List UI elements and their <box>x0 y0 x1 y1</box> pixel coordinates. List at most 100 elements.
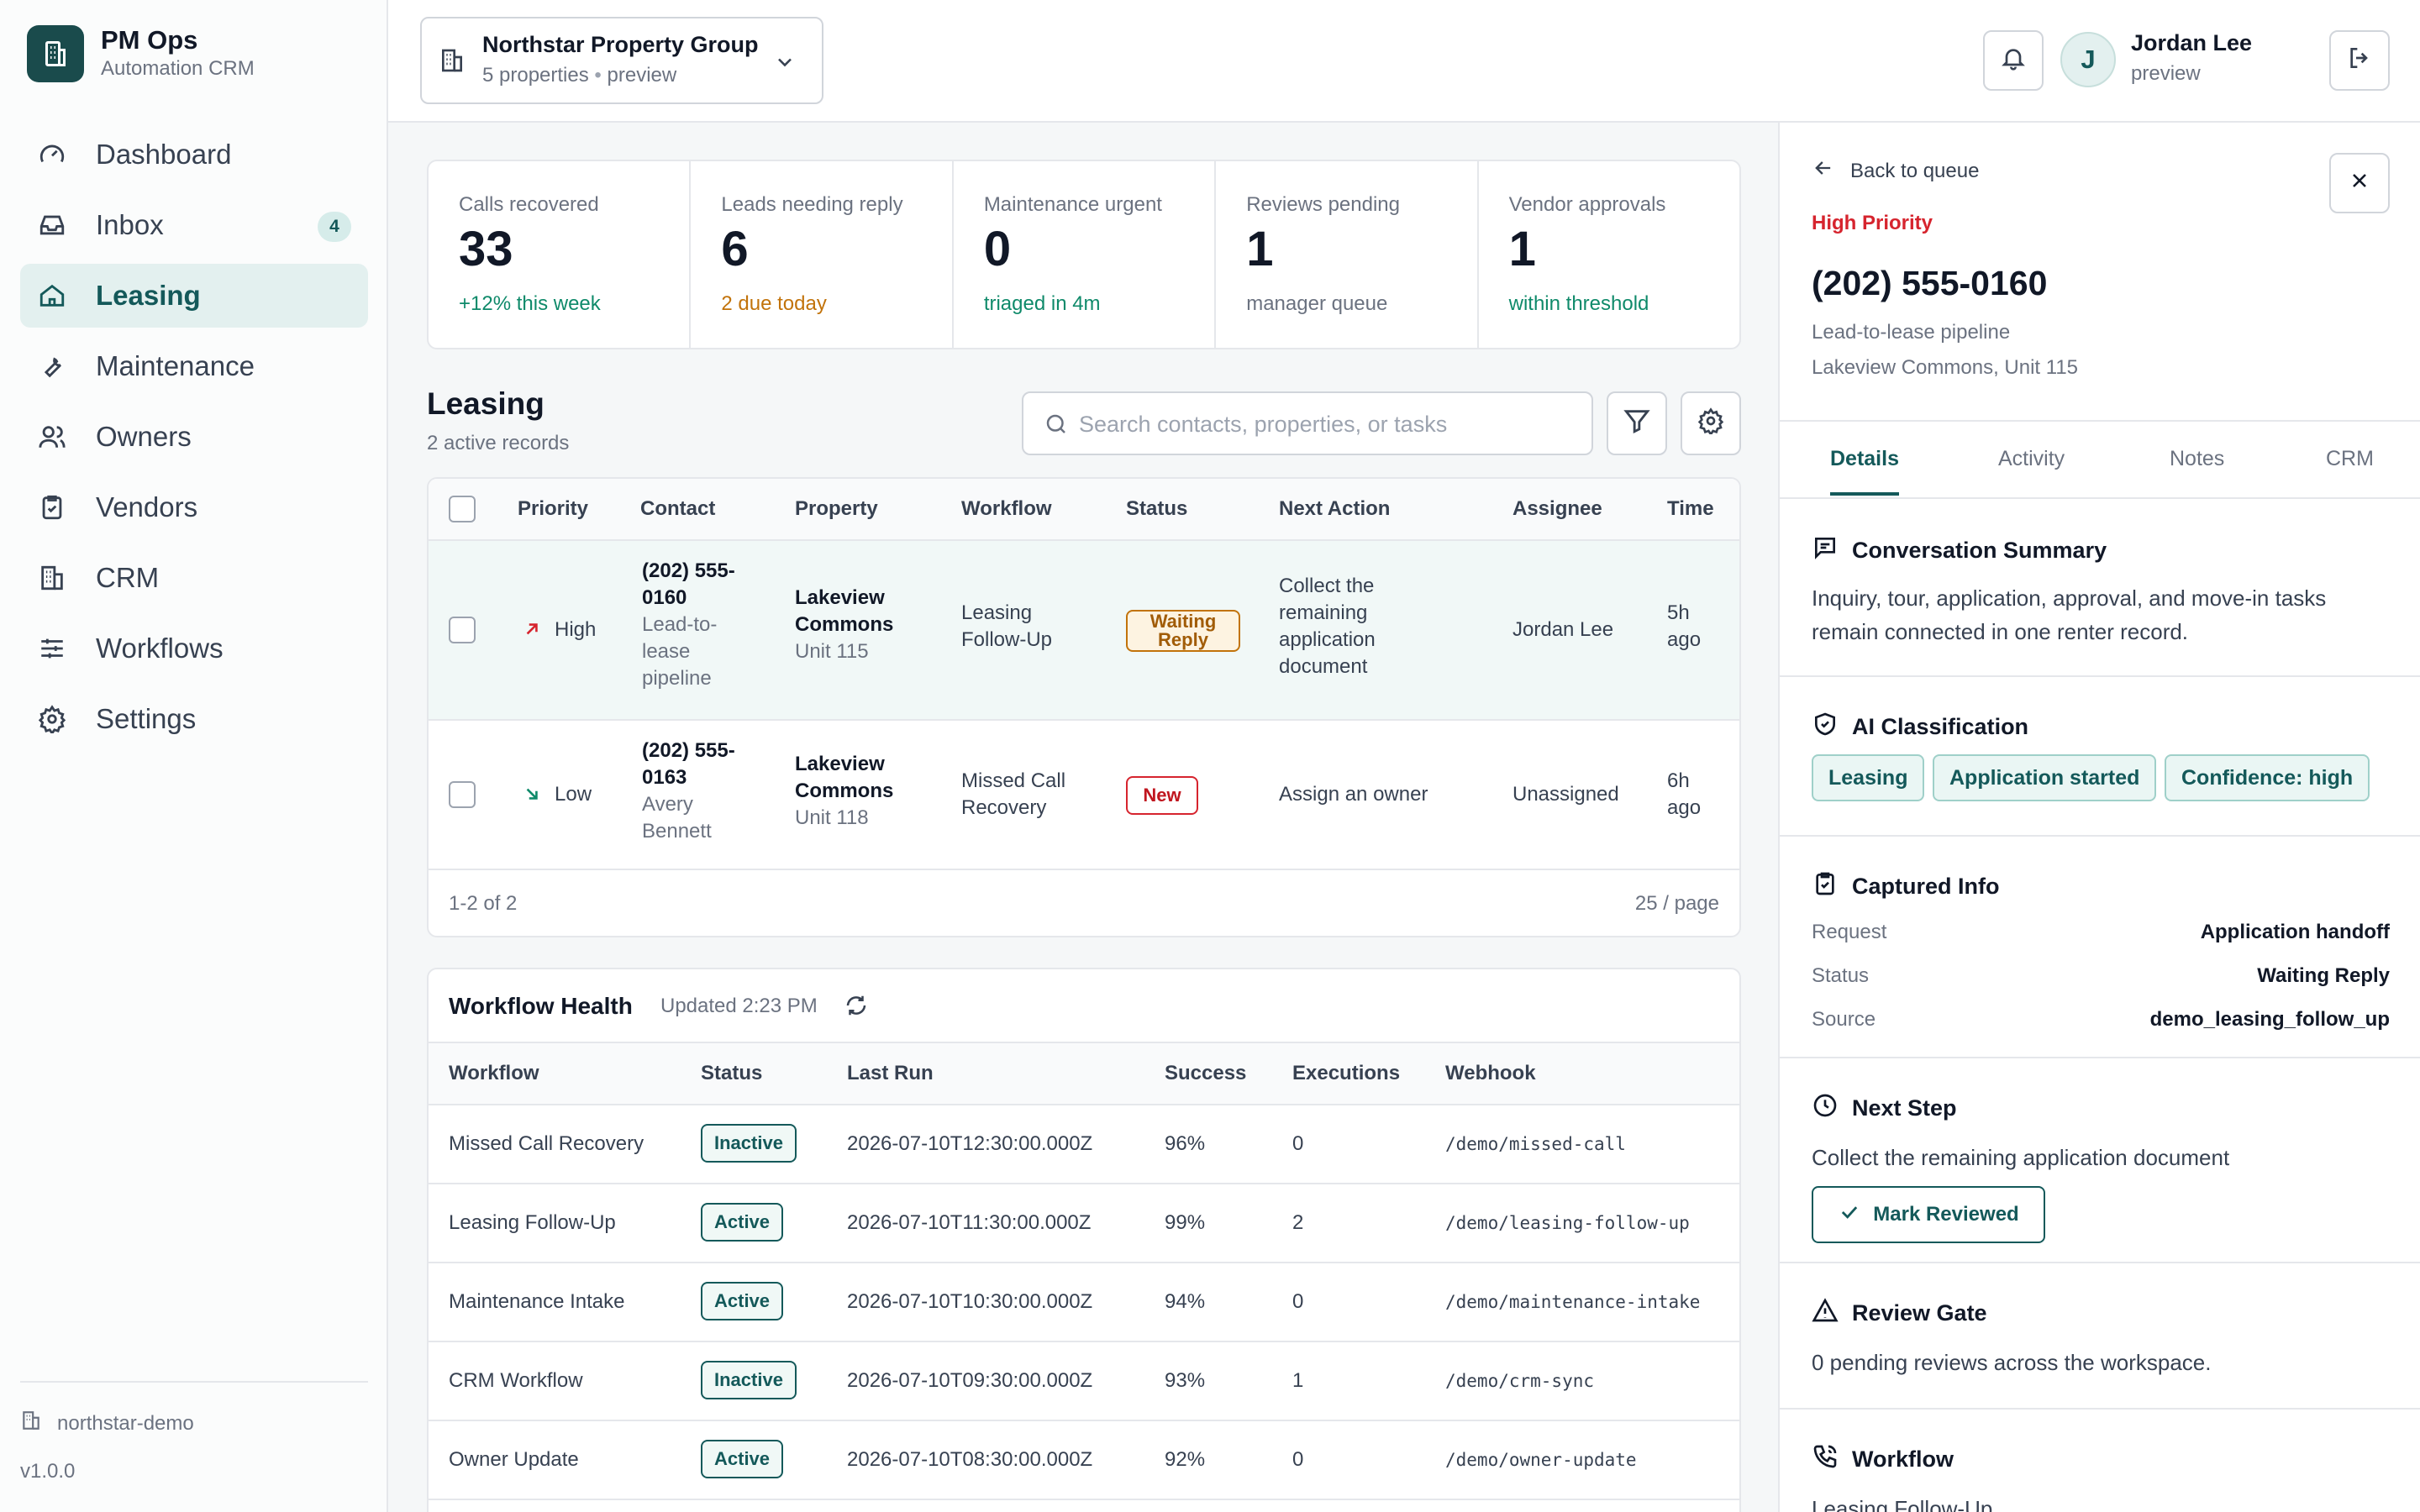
column-header[interactable]: Property <box>795 497 878 521</box>
nav-item-workflows[interactable]: Workflows <box>20 617 368 680</box>
nav-item-vendors[interactable]: Vendors <box>20 475 368 539</box>
mark-reviewed-button[interactable]: Mark Reviewed <box>1812 1186 2045 1243</box>
column-header[interactable]: Success <box>1165 1062 1246 1085</box>
success-rate: 93% <box>1165 1369 1206 1392</box>
arrow-up-right-icon <box>521 618 543 646</box>
tab-activity[interactable]: Activity <box>1998 447 2065 471</box>
table-header: Workflow Status Last Run Success Executi… <box>429 1043 1739 1105</box>
workflow-name: Leasing Follow-Up <box>449 1211 616 1234</box>
table-row[interactable]: Low (202) 555- 0163 Avery Bennett Lakevi… <box>429 721 1739 870</box>
nav-item-leasing[interactable]: Leasing <box>20 264 368 328</box>
arrow-down-right-icon <box>521 783 543 811</box>
priority-label: Low <box>555 783 592 806</box>
tab-crm[interactable]: CRM <box>2326 447 2374 471</box>
tab-details[interactable]: Details <box>1830 447 1899 471</box>
stat-card[interactable]: Maintenance urgent 0 triaged in 4m <box>954 161 1217 348</box>
nav-item-inbox[interactable]: Inbox 4 <box>20 193 368 257</box>
section-title: Workflow Health <box>449 993 633 1019</box>
column-header[interactable]: Status <box>701 1062 762 1085</box>
filter-button[interactable] <box>1607 391 1667 455</box>
nav-label: Inbox <box>96 209 164 240</box>
assignee-cell: Jordan Lee <box>1512 618 1614 641</box>
topbar: Northstar Property Group 5 properties • … <box>388 0 2420 123</box>
nav-item-dashboard[interactable]: Dashboard <box>20 123 368 186</box>
building-icon <box>20 1410 42 1437</box>
status-badge: Active <box>701 1282 784 1320</box>
workflow-section: Workflow Leasing Follow-Up <box>1780 1410 2420 1512</box>
captured-info-section: Captured Info Request Application handof… <box>1780 837 2420 1058</box>
workflow-health-card: Workflow Health Updated 2:23 PM Workflow… <box>427 968 1741 1512</box>
select-all-checkbox[interactable] <box>449 496 476 522</box>
bell-icon <box>2000 45 2027 77</box>
column-header[interactable]: Priority <box>518 497 588 521</box>
column-header[interactable]: Status <box>1126 497 1187 521</box>
status-badge: New <box>1126 776 1198 815</box>
notifications-button[interactable] <box>1983 30 2044 91</box>
avatar[interactable]: J <box>2060 32 2116 87</box>
table-row[interactable]: CRM Workflow Inactive 2026-07-10T09:30:0… <box>429 1342 1739 1421</box>
brand[interactable]: PM Ops Automation CRM <box>27 25 255 82</box>
sidebar: PM Ops Automation CRM Dashboard Inbox 4 … <box>0 0 388 1512</box>
column-header[interactable]: Time <box>1667 497 1714 521</box>
section-title: Review Gate <box>1812 1297 1987 1330</box>
column-header[interactable]: Contact <box>640 497 715 521</box>
shield-check-icon <box>1812 711 1839 743</box>
close-panel-button[interactable] <box>2329 153 2390 213</box>
detail-panel: Back to queue High Priority (202) 555-01… <box>1778 123 2420 1512</box>
nav-label: Vendors <box>96 491 198 522</box>
executions: 0 <box>1292 1290 1304 1313</box>
stat-label: Vendor approvals <box>1508 193 1666 216</box>
pipeline-name: Lead-to-lease pipeline <box>1812 321 2011 344</box>
table-settings-button[interactable] <box>1681 391 1741 455</box>
stat-card[interactable]: Calls recovered 33 +12% this week <box>429 161 692 348</box>
table-row[interactable]: Missed Call Recovery Inactive 2026-07-10… <box>429 1105 1739 1184</box>
refresh-icon[interactable] <box>844 993 869 1024</box>
section-title: AI Classification <box>1812 711 2028 743</box>
gear-icon <box>37 704 67 734</box>
webhook-path: /demo/maintenance-intake <box>1445 1292 1701 1312</box>
nav-label: Leasing <box>96 280 201 311</box>
table-row[interactable]: Leasing Follow-Up Active 2026-07-10T11:3… <box>429 1184 1739 1263</box>
tab-notes[interactable]: Notes <box>2170 447 2224 471</box>
column-header[interactable]: Executions <box>1292 1062 1400 1085</box>
column-header[interactable]: Assignee <box>1512 497 1602 521</box>
row-checkbox[interactable] <box>449 781 476 808</box>
stat-value: 6 <box>721 222 749 276</box>
column-header[interactable]: Workflow <box>961 497 1052 521</box>
home-icon <box>37 281 67 311</box>
next-step-text: Collect the remaining application docume… <box>1812 1145 2230 1170</box>
stat-card[interactable]: Reviews pending 1 manager queue <box>1216 161 1479 348</box>
detail-tabs: Details Activity Notes CRM <box>1780 420 2420 499</box>
org-name: Northstar Property Group <box>482 32 759 57</box>
table-row[interactable]: Owner Update Active 2026-07-10T08:30:00.… <box>429 1421 1739 1500</box>
user-mode: preview <box>2131 62 2201 85</box>
nav-item-maintenance[interactable]: Maintenance <box>20 334 368 398</box>
page-size-select[interactable]: 25 / page <box>1635 892 1719 916</box>
summary-text: Inquiry, tour, application, approval, an… <box>1812 585 2327 644</box>
org-switcher[interactable]: Northstar Property Group 5 properties • … <box>420 17 823 104</box>
status-badge: Inactive <box>701 1124 797 1163</box>
nav-item-crm[interactable]: CRM <box>20 546 368 610</box>
contact-cell: (202) 555- 0163 Avery Bennett <box>642 739 735 843</box>
executions: 1 <box>1292 1369 1304 1392</box>
stat-card[interactable]: Vendor approvals 1 within threshold <box>1479 161 1739 348</box>
column-header[interactable]: Last Run <box>847 1062 934 1085</box>
workspace-indicator[interactable]: northstar-demo <box>20 1410 194 1437</box>
table-row[interactable]: Maintenance Intake Active 2026-07-10T10:… <box>429 1263 1739 1342</box>
clipboard-check-icon <box>1812 870 1839 903</box>
logout-button[interactable] <box>2329 30 2390 91</box>
stat-label: Reviews pending <box>1246 193 1400 216</box>
back-to-queue-link[interactable]: Back to queue <box>1812 156 1979 186</box>
stat-card[interactable]: Leads needing reply 6 2 due today <box>691 161 954 348</box>
info-value: demo_leasing_follow_up <box>2149 1008 2390 1031</box>
row-checkbox[interactable] <box>449 617 476 643</box>
column-header[interactable]: Workflow <box>449 1062 539 1085</box>
table-row[interactable]: High (202) 555- 0160 Lead-to- lease pipe… <box>429 541 1739 721</box>
info-key: Status <box>1812 964 1870 987</box>
ai-classification-section: AI Classification Leasing Application st… <box>1780 677 2420 837</box>
nav-item-settings[interactable]: Settings <box>20 687 368 751</box>
nav-item-owners[interactable]: Owners <box>20 405 368 469</box>
column-header[interactable]: Webhook <box>1445 1062 1536 1085</box>
column-header[interactable]: Next Action <box>1279 497 1390 521</box>
search-input[interactable] <box>1079 405 1575 444</box>
